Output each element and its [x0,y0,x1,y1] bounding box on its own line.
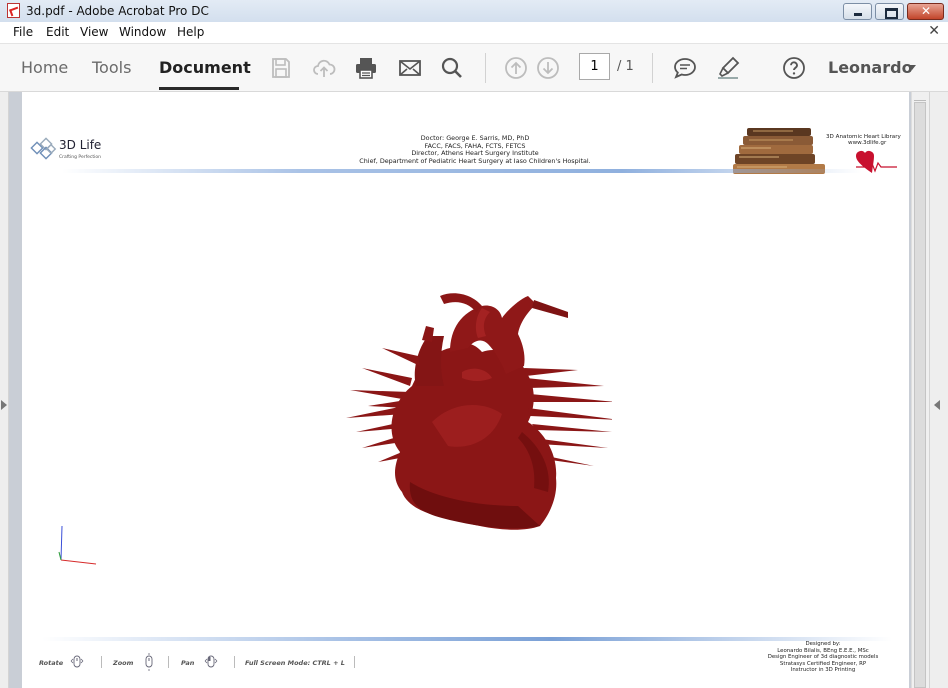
cloud-upload-icon[interactable] [312,56,336,80]
credit-line: Designed by: [805,641,841,647]
toolbar-separator [652,53,653,83]
toolbar-separator [485,53,486,83]
menu-window[interactable]: Window [119,25,166,39]
mouse-rotate-icon [70,655,84,668]
logo-tagline: Crafting Perfection [59,155,102,160]
highlight-pen-icon[interactable] [716,56,740,80]
comment-icon[interactable] [673,56,697,80]
credit-line: Design Engineer of 3d diagnostic models [767,654,879,661]
toolbar: Home Tools Document / 1 [0,44,948,92]
close-icon: ✕ [921,4,932,18]
minimize-icon [854,13,862,16]
help-icon[interactable] [782,56,806,80]
scroll-thumb[interactable] [914,102,926,688]
menu-file[interactable]: File [13,25,33,39]
mouse-pan-icon [204,655,218,668]
books-illustration [733,128,825,174]
page-up-icon[interactable] [504,56,528,80]
fullscreen-label: Full Screen Mode: CTRL + L [245,659,345,667]
zoom-label: Zoom [113,659,134,667]
header-line: Chief, Department of Pediatric Heart Sur… [359,156,591,165]
logo-name: 3D Life [59,138,102,152]
active-tab-indicator [159,87,239,90]
close-window-button[interactable]: ✕ [907,3,944,20]
3d-heart-model[interactable] [322,282,612,542]
title-bar: 3d.pdf - Adobe Acrobat Pro DC ✕ [0,0,948,23]
right-pane-toggle[interactable] [929,92,948,688]
menu-bar: File Edit View Window Help ✕ [0,22,948,44]
tab-home[interactable]: Home [21,58,68,77]
expand-right-icon [1,400,7,410]
credit-line: Leonardo Bilalis, BEng E.E.E., MSc [777,647,869,654]
vertical-scrollbar[interactable] [911,92,929,688]
rotate-label: Rotate [39,659,64,667]
close-document-icon[interactable]: ✕ [928,23,940,39]
doctor-header: Doctor: George E. Sarris, MD, PhD FACC, … [322,134,628,165]
minimize-button[interactable] [843,3,872,20]
credit-line: Stratasys Certified Engineer, RP [779,660,867,667]
3d-life-logo-icon [30,137,57,160]
credits-block: Designed by: Leonardo Bilalis, BEng E.E.… [728,641,918,674]
page-total: / 1 [617,59,634,74]
acrobat-pdf-icon [7,3,20,18]
page-number-input[interactable] [579,53,610,80]
heart-mesh [346,293,612,530]
scroll-up-arrow[interactable] [914,94,926,101]
control-separator [354,656,355,668]
search-icon[interactable] [440,56,464,80]
menu-help[interactable]: Help [177,25,204,39]
control-separator [101,656,102,668]
control-separator [168,656,169,668]
window-title: 3d.pdf - Adobe Acrobat Pro DC [26,4,209,18]
library-url: www.3dlife.gr [848,140,887,146]
user-account-menu[interactable]: Leonardo [828,58,913,77]
control-separator [234,656,235,668]
chevron-down-icon[interactable] [908,65,916,70]
header-divider [62,169,862,173]
menu-edit[interactable]: Edit [46,25,69,39]
menu-view[interactable]: View [80,25,108,39]
page-down-icon[interactable] [536,56,560,80]
credit-line: Instructor in 3D Printing [790,667,856,674]
expand-left-icon [934,400,940,410]
left-pane-toggle[interactable] [0,92,9,688]
pdf-page: 3D Life Crafting Perfection Doctor: Geor… [22,92,909,688]
tab-document[interactable]: Document [159,58,251,77]
maximize-icon [885,8,898,19]
pan-label: Pan [181,659,195,667]
axes-gizmo [58,525,97,565]
save-icon[interactable] [269,56,293,80]
print-icon[interactable] [354,56,378,80]
tab-tools[interactable]: Tools [92,58,131,77]
maximize-button[interactable] [875,3,904,20]
mail-icon[interactable] [398,56,422,80]
mouse-zoom-icon [145,653,153,671]
